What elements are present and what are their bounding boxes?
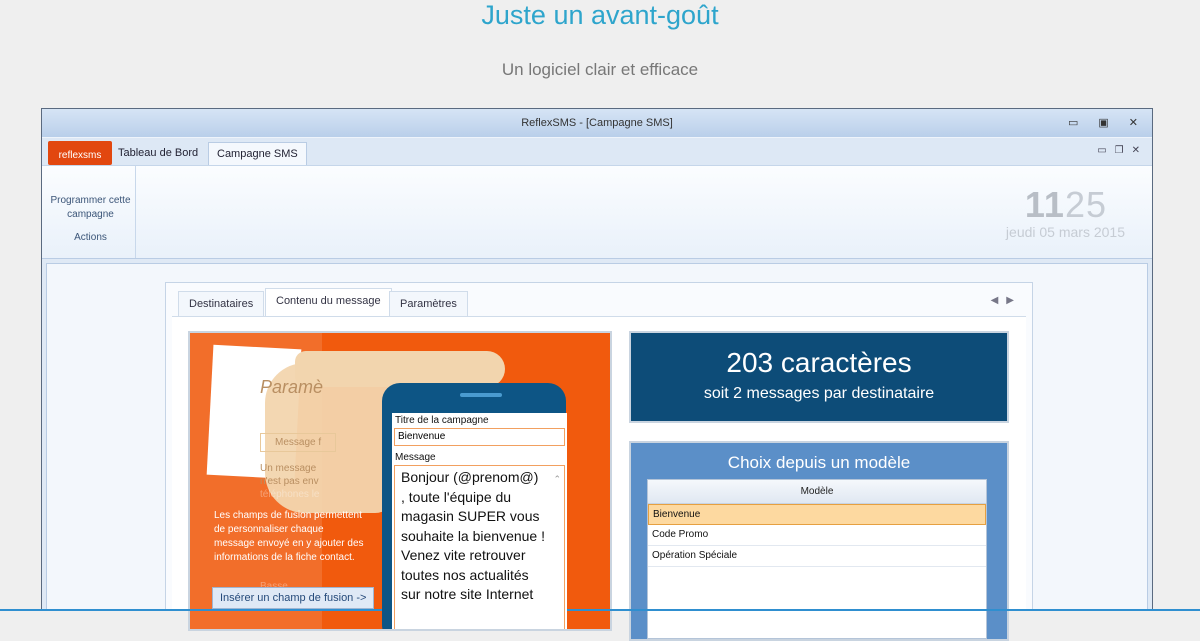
character-counter: 203 caractères soit 2 messages par desti… [629,331,1009,423]
campaign-title-input[interactable]: Bienvenue [394,428,565,446]
template-chooser: Choix depuis un modèle Modèle Bienvenue … [629,441,1009,641]
ghost-text: téléphones le [260,489,320,500]
ribbon-tabs: reflexsms Tableau de Bord Campagne SMS ▭… [42,137,1152,165]
illustration: Paramè Message f Un message n'est pas en… [188,331,612,631]
page-heading: Juste un avant-goût [481,0,719,30]
message-label: Message [395,452,436,463]
maximize-icon[interactable]: ▣ [1098,109,1108,137]
mdi-close-icon[interactable]: ✕ [1132,145,1140,156]
char-count: 203 caractères [726,347,912,378]
content-area: Destinataires Contenu du message Paramèt… [46,263,1148,641]
minimize-icon[interactable]: ▭ [1068,109,1078,137]
tab-tableau-de-bord[interactable]: Tableau de Bord [110,142,206,164]
message-text: Bonjour (@prenom@) , toute l'équipe du m… [401,469,545,602]
scroll-up-icon[interactable]: ⌃ [553,470,561,490]
ribbon: Programmer cette campagne Actions 1125 j… [42,165,1152,259]
tab-contenu-du-message[interactable]: Contenu du message [265,288,392,316]
actions-group: Programmer cette campagne Actions [46,166,136,258]
page-subheading: Un logiciel clair et efficace [501,60,699,79]
ghost-text: Paramè [260,377,324,397]
mdi-restore-icon[interactable]: ❐ [1115,145,1124,156]
insert-fusion-field-button[interactable]: Insérer un champ de fusion -> [212,587,375,609]
close-icon[interactable]: ✕ [1129,109,1138,137]
date: jeudi 05 mars 2015 [1005,224,1125,240]
template-row[interactable]: Code Promo [648,525,986,546]
clock-hours: 11 [1024,184,1065,225]
template-grid: Modèle Bienvenue Code Promo Opération Sp… [647,479,987,639]
title-bar: ReflexSMS - [Campagne SMS] ▭ ▣ ✕ [42,109,1152,137]
template-row[interactable]: Opération Spéciale [648,546,986,567]
mdi-minimize-icon[interactable]: ▭ [1097,145,1106,156]
app-logo[interactable]: reflexsms [48,141,112,165]
app-window: ReflexSMS - [Campagne SMS] ▭ ▣ ✕ reflexs… [41,108,1153,641]
ghost-text: n'est pas env [260,476,319,487]
tab-destinataires[interactable]: Destinataires [178,291,265,316]
clock: 1125 [1025,184,1107,226]
title-label: Titre de la campagne [395,415,489,426]
schedule-campaign-button[interactable]: Programmer cette campagne [50,194,131,222]
campaign-panel: Destinataires Contenu du message Paramèt… [165,282,1033,641]
message-count: soit 2 messages par destinataire [703,385,935,402]
clock-minutes: 25 [1064,184,1107,225]
ghost-text: Message f [260,433,337,452]
ghost-text: Un message [260,463,317,474]
finger-graphic [295,351,505,387]
tab-campagne-sms[interactable]: Campagne SMS [208,142,307,165]
group-label: Actions [74,232,107,243]
column-header[interactable]: Modèle [648,480,986,504]
fusion-info: Les champs de fusion permettent de perso… [214,510,364,563]
template-title: Choix depuis un modèle [727,453,911,472]
tab-scroll-arrows[interactable]: ◀▶ [991,295,1022,306]
template-row[interactable]: Bienvenue [648,504,986,525]
message-textarea[interactable]: Bonjour (@prenom@) , toute l'équipe du m… [394,465,565,629]
window-title: ReflexSMS - [Campagne SMS] [521,117,673,129]
tab-parametres[interactable]: Paramètres [389,291,468,316]
phone-graphic: Titre de la campagne Bienvenue Message B… [382,383,567,629]
